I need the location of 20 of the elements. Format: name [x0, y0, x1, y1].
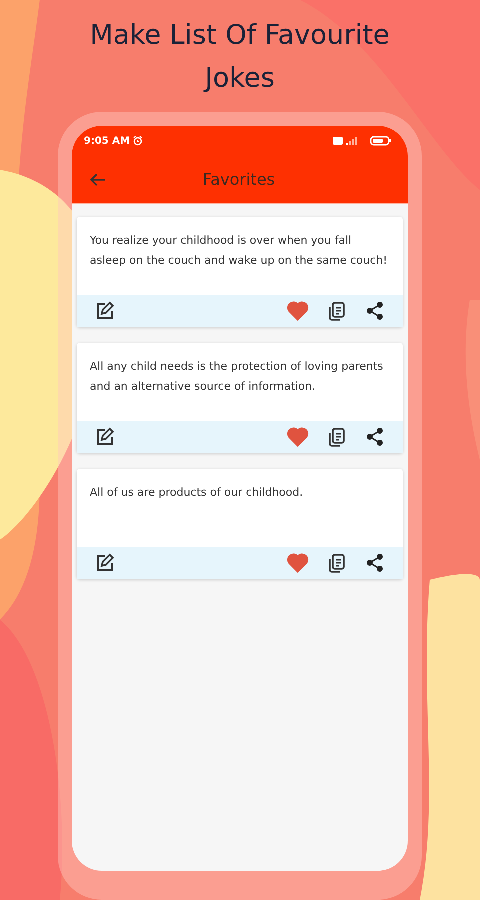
edit-icon[interactable] — [95, 553, 115, 573]
share-icon[interactable] — [365, 553, 385, 573]
edit-icon[interactable] — [95, 427, 115, 447]
edit-icon[interactable] — [95, 301, 115, 321]
copy-icon[interactable] — [327, 301, 347, 321]
heart-icon[interactable] — [287, 301, 309, 321]
app-bar-title: Favorites — [202, 170, 276, 189]
share-icon[interactable] — [365, 301, 385, 321]
joke-text: All of us are products of our childhood. — [89, 485, 304, 501]
battery-icon — [370, 136, 392, 146]
alarm-icon — [133, 136, 144, 146]
joke-text: All any child needs is the protection of loving parents and an alternative source of information. — [89, 359, 384, 395]
copy-icon[interactable] — [327, 553, 347, 573]
headline: Make List Of Favourite Jokes — [89, 19, 391, 96]
copy-icon[interactable] — [327, 427, 347, 447]
heart-icon[interactable] — [287, 427, 309, 447]
heart-icon[interactable] — [287, 553, 309, 573]
status-time: 9:05 AM — [84, 136, 130, 146]
joke-text: You realize your childhood is over when you fall asleep on the couch and wake up on the same couch! — [89, 233, 389, 269]
share-icon[interactable] — [365, 427, 385, 447]
